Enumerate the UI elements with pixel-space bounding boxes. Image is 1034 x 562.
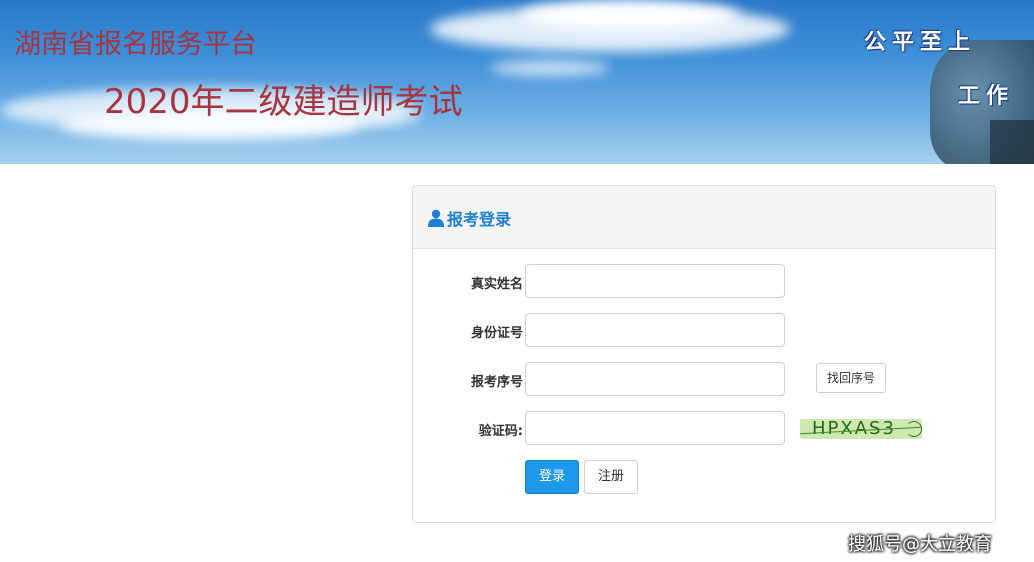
exam-title: 2020年二级建造师考试 [104,82,463,122]
serial-number-label: 报考序号 [470,375,523,390]
user-icon [428,209,444,227]
form-row-id: 身份证号 [413,313,995,349]
header-banner: 湖南省报名服务平台 2020年二级建造师考试 公平至上 工作 [0,0,1034,164]
form-row-name: 真实姓名 [413,264,995,300]
login-panel-title: 报考登录 [428,206,511,230]
login-panel-title-text: 报考登录 [447,210,512,229]
login-panel-header: 报考登录 [413,186,995,249]
id-number-input[interactable] [525,313,785,347]
slogan-line1: 公平至上 [864,29,977,55]
platform-title: 湖南省报名服务平台 [14,29,257,60]
login-panel: 报考登录 真实姓名 身份证号 报考序号 找回序号 验证码: HPXAS3 登录 … [412,185,996,523]
captcha-image[interactable]: HPXAS3 [800,419,922,439]
id-number-label: 身份证号 [470,326,523,341]
name-input[interactable] [525,264,785,298]
register-button[interactable]: 注册 [584,460,638,494]
form-row-captcha: 验证码: HPXAS3 [413,411,995,447]
slogan-line2: 工作 [958,83,1015,109]
watermark-text: 搜狐号@大立教育 [848,534,992,555]
captcha-noise-curl [906,421,922,437]
captcha-label: 验证码: [478,424,523,439]
form-row-serial: 报考序号 找回序号 [413,362,995,398]
form-row-actions: 登录 注册 [413,460,995,496]
find-serial-button[interactable]: 找回序号 [816,363,886,393]
name-label: 真实姓名 [470,277,523,292]
banner-cloud [490,60,610,76]
login-button[interactable]: 登录 [525,460,579,494]
banner-tree-shadow [990,120,1034,164]
banner-cloud [520,0,740,30]
serial-number-input[interactable] [525,362,785,396]
captcha-input[interactable] [525,411,785,445]
